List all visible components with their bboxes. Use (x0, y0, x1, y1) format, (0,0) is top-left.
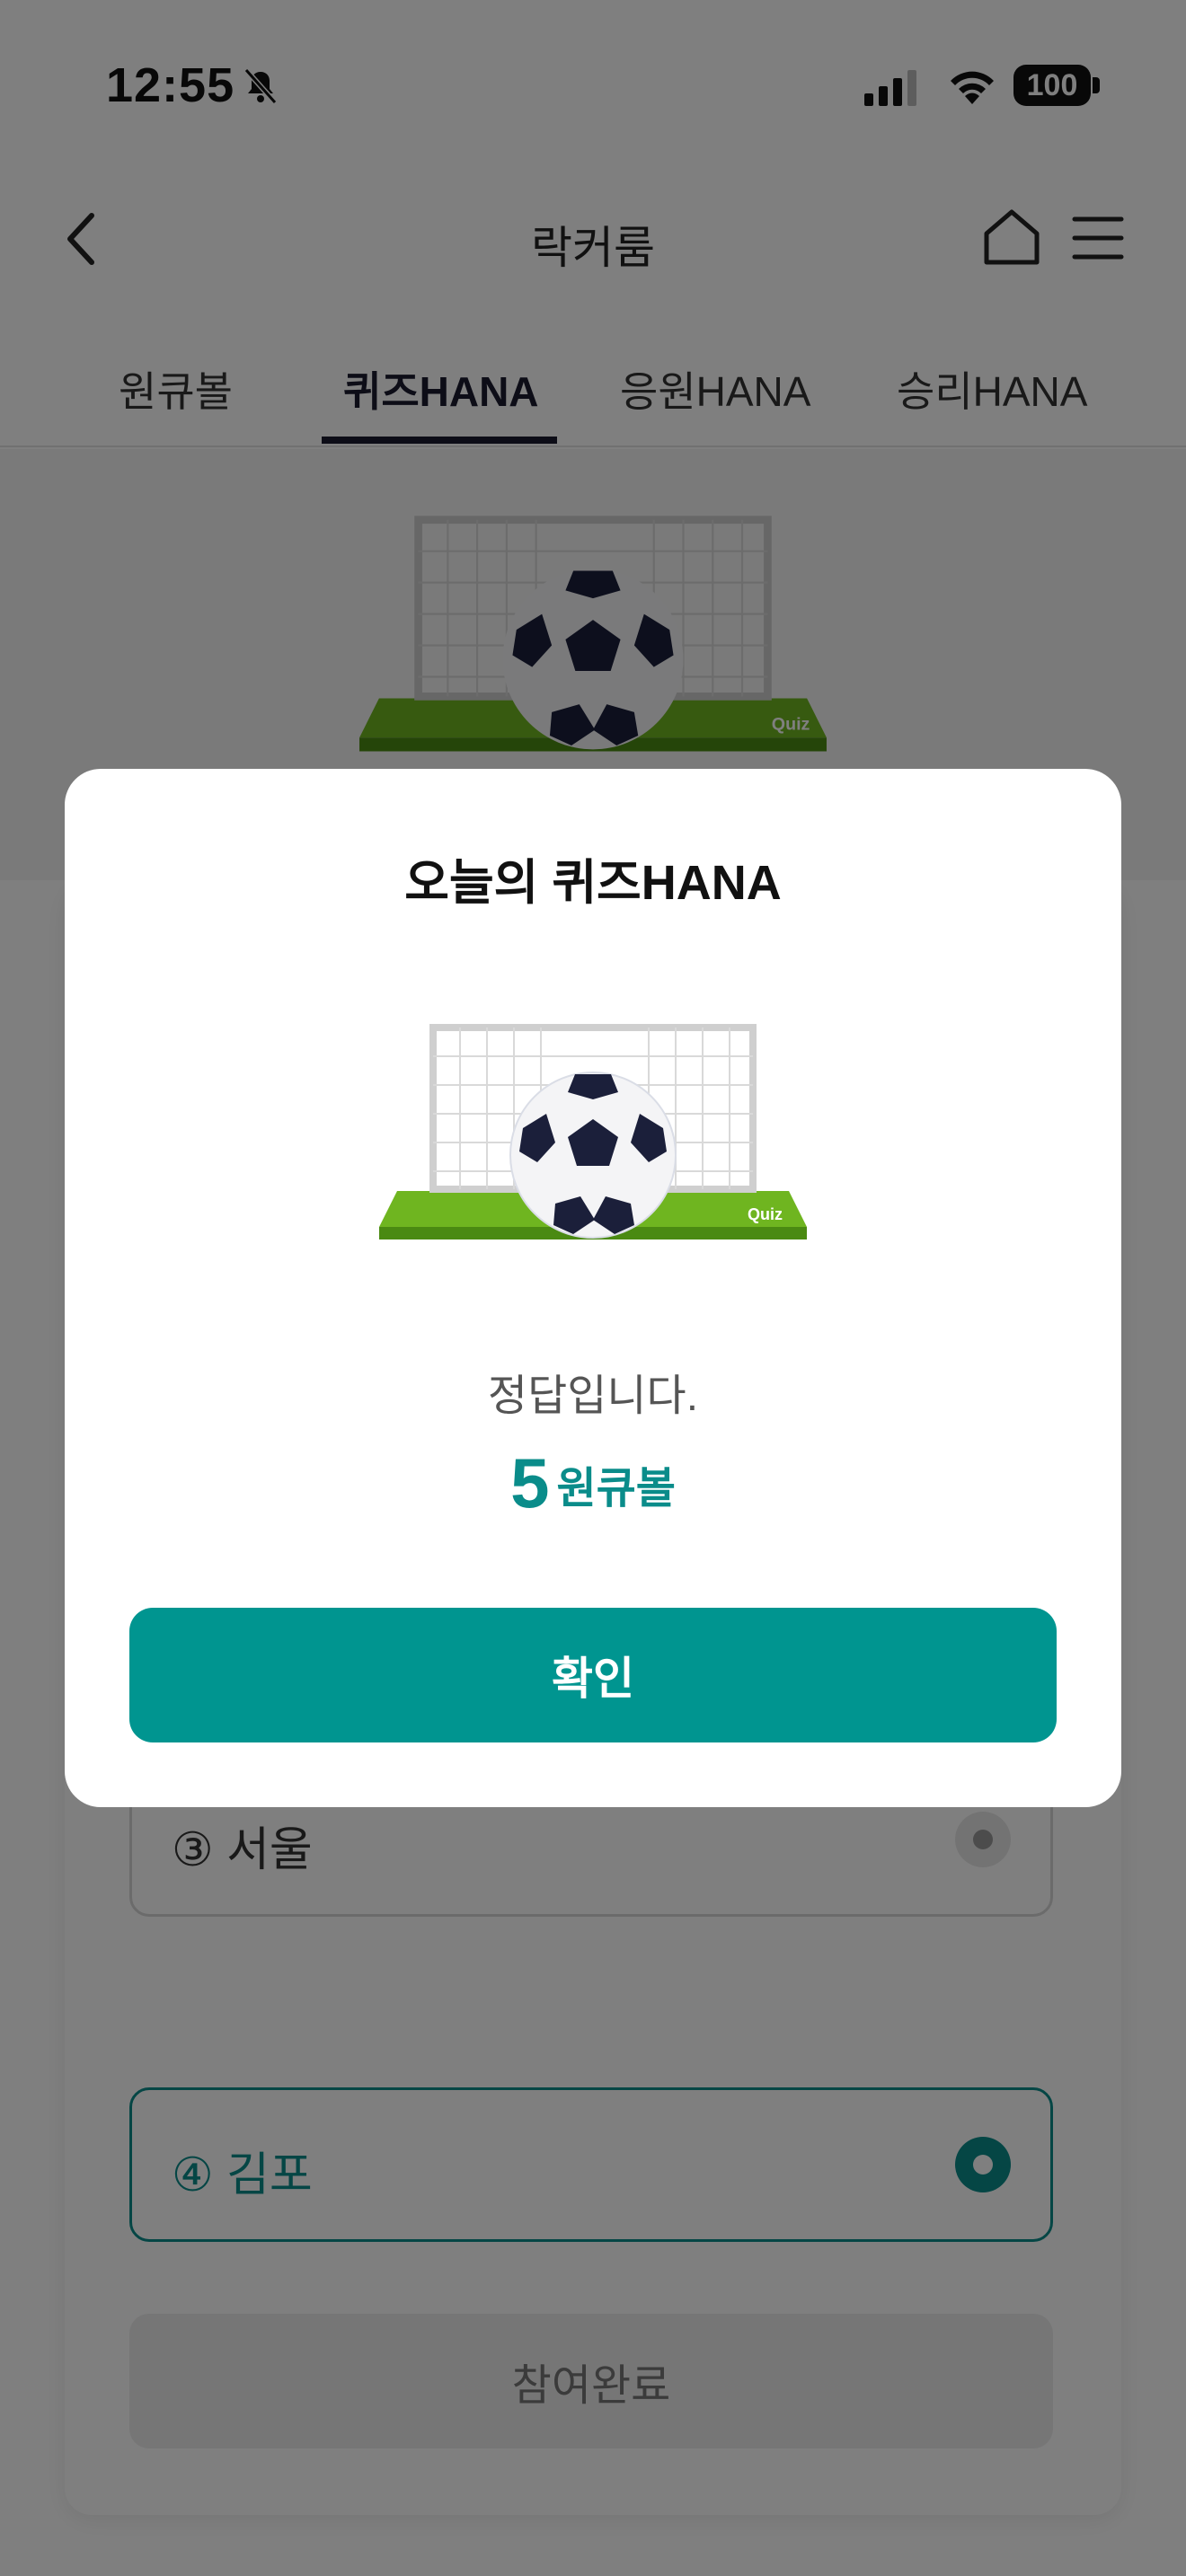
goal-ball-illustration: Quiz (379, 1024, 807, 1239)
result-message: 정답입니다. (487, 1372, 699, 1420)
reward-amount: 5 (510, 1443, 550, 1522)
quiz-result-modal: 오늘의 퀴즈HANA Quiz 정답입니다. 5 원큐볼 확인 (65, 769, 1121, 1807)
quiz-label: Quiz (748, 1205, 783, 1223)
page: 12:55 100 락커룸 (0, 0, 1186, 2576)
modal-title: 오늘의 퀴즈HANA (404, 856, 782, 910)
reward-display: 5 원큐볼 (65, 1442, 1121, 1524)
reward-unit: 원큐볼 (556, 1464, 676, 1513)
confirm-button[interactable]: 확인 (129, 1608, 1057, 1742)
